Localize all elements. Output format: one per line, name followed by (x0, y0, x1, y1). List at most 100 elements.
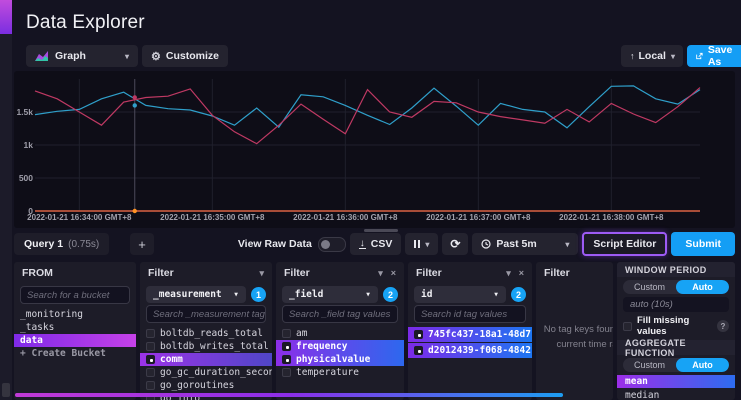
customize-label: Customize (166, 50, 219, 62)
selected-count-badge: 1 (251, 287, 266, 302)
aggregate-fn-selected[interactable]: mean (617, 375, 735, 388)
tag-value-item-selected[interactable]: frequency (276, 340, 404, 353)
fill-missing-values-row[interactable]: Fill missing values ? (623, 315, 729, 337)
checkbox[interactable] (623, 322, 632, 331)
save-as-label: Save As (708, 44, 736, 68)
auto-option-selected[interactable]: Auto (676, 358, 729, 372)
save-as-button[interactable]: Save As (687, 45, 741, 67)
pause-icon (414, 240, 420, 248)
filter-card-empty: Filter No tag keys found in the current … (536, 262, 613, 400)
bucket-item[interactable]: _monitoring (14, 308, 136, 321)
filter-card-measurement: Filter ▾ _measurement ▾ 1 Search _measur… (140, 262, 272, 400)
id-search-input[interactable]: Search id tag values (414, 305, 526, 323)
auto-option-selected[interactable]: Auto (676, 280, 729, 294)
checkbox-checked (414, 346, 423, 355)
close-icon[interactable]: × (391, 268, 396, 278)
aggregate-function-header: AGGREGATE FUNCTION (617, 340, 735, 355)
filter-card-header: Filter ▾ (140, 262, 272, 284)
graph-type-label: Graph (55, 50, 86, 62)
horizontal-scrollbar[interactable] (15, 393, 563, 397)
custom-option[interactable]: Custom (623, 358, 676, 372)
chevron-down-icon[interactable]: ▾ (259, 268, 264, 279)
tag-value-item-selected[interactable]: d2012439-f068-4842-bfef-8… (408, 343, 532, 358)
tag-value-item[interactable]: boltdb_writes_total (140, 340, 272, 353)
tag-value-label: temperature (296, 367, 359, 378)
id-list: 745fc437-18a1-48d7-98a6-7… d2012439-f068… (408, 327, 532, 358)
checkbox (146, 329, 155, 338)
field-search-input[interactable]: Search _field tag values (282, 305, 398, 323)
tag-value-item[interactable]: go_gc_duration_seconds (140, 366, 272, 379)
tag-value-item-selected[interactable]: 745fc437-18a1-48d7-98a6-7… (408, 327, 532, 342)
nav-active-item[interactable] (0, 0, 12, 34)
aggregate-toggle[interactable]: Custom Auto (623, 358, 729, 372)
nav-bottom-item[interactable] (2, 383, 10, 397)
tag-value-item[interactable]: temperature (276, 366, 404, 379)
custom-option[interactable]: Custom (623, 280, 676, 294)
query-tab[interactable]: Query 1 (0.75s) (14, 233, 109, 255)
tag-value-item[interactable]: boltdb_reads_total (140, 327, 272, 340)
time-range-dropdown[interactable]: Past 5m ▾ (472, 233, 578, 255)
checkbox (282, 368, 291, 377)
bucket-item[interactable]: _tasks (14, 321, 136, 334)
window-period-header: WINDOW PERIOD (617, 262, 735, 277)
checkbox-checked (282, 355, 291, 364)
nav-sidebar (0, 0, 12, 400)
local-dropdown[interactable]: ↑ Local ▾ (621, 45, 683, 67)
query-tab-duration: (0.75s) (68, 239, 99, 250)
tag-value-label: physicalvalue (296, 354, 370, 365)
add-query-button[interactable]: + (130, 233, 154, 255)
customize-button[interactable]: ⚙ Customize (142, 45, 228, 67)
window-period-toggle[interactable]: Custom Auto (623, 280, 729, 294)
gear-icon: ⚙ (151, 50, 161, 63)
panel-resize-handle[interactable] (364, 229, 398, 232)
query-tab-label: Query 1 (24, 238, 63, 250)
tag-value-label: go_goroutines (160, 380, 234, 391)
measurement-list: boltdb_reads_total boltdb_writes_total c… (140, 327, 272, 400)
tag-key-dropdown[interactable]: id ▾ (414, 286, 506, 303)
script-editor-label: Script Editor (593, 238, 656, 250)
filter-card-id: Filter ▾ × id ▾ 2 Search id tag values 7… (408, 262, 532, 400)
tag-value-label: d2012439-f068-4842-bfef-8… (428, 345, 532, 356)
chevron-down-icon[interactable]: ▾ (378, 268, 383, 279)
create-bucket-label: + Create Bucket (20, 348, 106, 359)
filter-title: Filter (544, 267, 570, 279)
measurement-search-input[interactable]: Search _measurement tag values (146, 305, 266, 323)
tag-key-dropdown[interactable]: _field ▾ (282, 286, 378, 303)
refresh-button[interactable]: ⟳ (442, 233, 468, 255)
time-range-label: Past 5m (496, 238, 536, 250)
view-raw-data-toggle[interactable] (318, 237, 346, 252)
graph-type-dropdown[interactable]: Graph ▾ (26, 45, 138, 67)
tag-value-item-selected[interactable]: physicalvalue (276, 353, 404, 366)
bucket-list: _monitoring _tasks data + Create Bucket (14, 308, 136, 360)
time-series-chart[interactable]: 1.5k 1k 500 0 2022-01-21 16:34:00 GMT+8 … (14, 71, 735, 228)
tag-value-label: boltdb_writes_total (160, 341, 269, 352)
close-icon[interactable]: × (519, 268, 524, 278)
bucket-search-input[interactable]: Search for a bucket (20, 286, 130, 304)
tag-key-label: _field (289, 289, 323, 300)
x-axis-tick: 2022-01-21 16:34:00 GMT+8 (27, 213, 131, 222)
bucket-item-selected[interactable]: data (14, 334, 136, 347)
tag-value-item-selected[interactable]: comm (140, 353, 272, 366)
submit-button[interactable]: Submit (671, 232, 735, 256)
x-axis-tick: 2022-01-21 16:38:00 GMT+8 (559, 213, 663, 222)
selected-count-badge: 2 (511, 287, 526, 302)
bucket-label: data (20, 335, 43, 346)
upload-icon: ↑ (630, 51, 635, 61)
filter-key-row: id ▾ 2 (414, 286, 526, 303)
tag-value-item[interactable]: am (276, 327, 404, 340)
tag-value-label: frequency (296, 341, 347, 352)
chevron-down-icon[interactable]: ▾ (506, 268, 511, 279)
tag-value-item[interactable]: go_goroutines (140, 379, 272, 392)
tag-key-dropdown[interactable]: _measurement ▾ (146, 286, 246, 303)
time-range-label-wrap: Past 5m (481, 238, 536, 250)
aggregate-fn-item[interactable]: median (617, 389, 735, 400)
csv-download-button[interactable]: ↓ CSV (350, 233, 402, 255)
pause-dropdown-button[interactable]: ▾ (405, 233, 438, 255)
create-bucket-button[interactable]: + Create Bucket (14, 347, 136, 360)
checkbox (146, 368, 155, 377)
script-editor-button[interactable]: Script Editor (582, 232, 667, 256)
checkbox (146, 342, 155, 351)
help-icon[interactable]: ? (717, 320, 729, 332)
local-label: Local (639, 50, 666, 62)
from-card: FROM Search for a bucket _monitoring _ta… (14, 262, 136, 400)
